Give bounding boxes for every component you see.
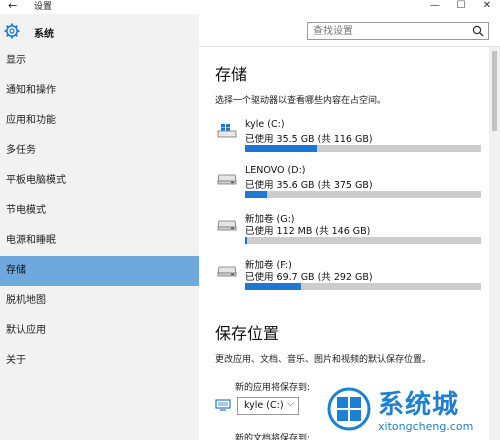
watermark: 系统城 xitongcheng.com (322, 384, 498, 440)
watermark-logo-icon (327, 387, 371, 431)
sidebar-item-4[interactable]: 多任务 (0, 136, 199, 166)
sidebar-item-1[interactable]: 显示 (0, 46, 199, 76)
monitor-icon (215, 399, 231, 411)
drive-item[interactable]: kyle (C:) 已使用 35.5 GB (共 116 GB) (213, 119, 483, 159)
title-bar: ← 设置 — ☐ ✕ (0, 0, 500, 14)
drive-usage: 已使用 112 MB (共 146 GB) (245, 226, 371, 237)
search-box[interactable] (307, 22, 489, 40)
main-content: 存储 选择一个驱动器以查看哪些内容在占空间。 kyle (C:) 已使用 35.5… (199, 47, 500, 440)
drive-item[interactable]: 新加卷 (G:) 已使用 112 MB (共 146 GB) (213, 211, 483, 251)
content-scrollbar[interactable] (489, 47, 500, 440)
save-locations-description: 更改应用、文档、音乐、图片和视频的默认保存位置。 (215, 355, 432, 365)
drive-usage-fill (245, 191, 267, 198)
sidebar-item-2[interactable]: 通知和操作 (0, 76, 199, 106)
drive-item[interactable]: LENOVO (D:) 已使用 35.6 GB (共 375 GB) (213, 165, 483, 205)
drive-usage-fill (245, 145, 317, 152)
gear-icon (4, 23, 20, 39)
drive-usage-bar (245, 283, 481, 290)
new-documents-label: 新的文档将保存到: (235, 434, 311, 440)
storage-description: 选择一个驱动器以查看哪些内容在占空间。 (215, 96, 387, 106)
minimize-button[interactable]: — (424, 0, 446, 14)
sidebar-item-9[interactable]: 脱机地图 (0, 286, 199, 316)
sidebar-header-label: 系统 (34, 29, 54, 40)
chevron-down-icon: ⌵ (287, 399, 294, 409)
window-title: 设置 (34, 2, 53, 12)
drive-usage-fill (245, 237, 247, 244)
sidebar-item-11[interactable]: 关于 (0, 346, 199, 376)
sidebar-header[interactable]: 系统 (0, 20, 199, 44)
drive-usage: 已使用 69.7 GB (共 292 GB) (245, 272, 373, 283)
drive-usage-bar (245, 145, 481, 152)
storage-heading: 存储 (215, 65, 248, 84)
sidebar-item-7[interactable]: 电源和睡眠 (0, 226, 199, 256)
search-input[interactable] (308, 23, 468, 39)
drive-usage-bar (245, 191, 481, 198)
sidebar-item-5[interactable]: 平板电脑模式 (0, 166, 199, 196)
drive-usage: 已使用 35.6 GB (共 375 GB) (245, 180, 373, 191)
drive-icon (217, 266, 237, 277)
drive-name: LENOVO (D:) (245, 165, 306, 176)
watermark-brand: 系统城 (378, 390, 460, 420)
drive-item[interactable]: 新加卷 (F:) 已使用 69.7 GB (共 292 GB) (213, 257, 483, 297)
drive-usage-fill (245, 283, 301, 290)
search-icon[interactable] (472, 25, 484, 37)
windows-drive-icon (217, 124, 237, 138)
sidebar: 系统 显示 通知和操作 应用和功能 多任务 平板电脑模式 节电模式 电源和睡眠 存储 脱机地图默… (0, 14, 199, 440)
watermark-url: xitongcheng.com (378, 420, 474, 433)
new-apps-location-value: kyle (C:) (244, 400, 284, 411)
scroll-thumb[interactable] (492, 51, 497, 131)
sidebar-item-3[interactable]: 应用和功能 (0, 106, 199, 136)
drive-icon (217, 220, 237, 231)
new-apps-location-dropdown[interactable]: kyle (C:) ⌵ (237, 397, 299, 415)
drive-icon (217, 174, 237, 185)
sidebar-item-6[interactable]: 节电模式 (0, 196, 199, 226)
sidebar-item-10[interactable]: 默认应用 (0, 316, 199, 346)
drive-usage: 已使用 35.5 GB (共 116 GB) (245, 134, 373, 145)
maximize-button[interactable]: ☐ (450, 0, 472, 14)
drive-name: kyle (C:) (245, 119, 285, 130)
drive-usage-bar (245, 237, 481, 244)
new-apps-label: 新的应用将保存到: (235, 383, 311, 393)
close-button[interactable]: ✕ (476, 0, 498, 14)
sidebar-item-8[interactable]: 存储 (0, 256, 199, 286)
back-button[interactable]: ← (8, 0, 17, 12)
save-locations-heading: 保存位置 (215, 324, 280, 343)
